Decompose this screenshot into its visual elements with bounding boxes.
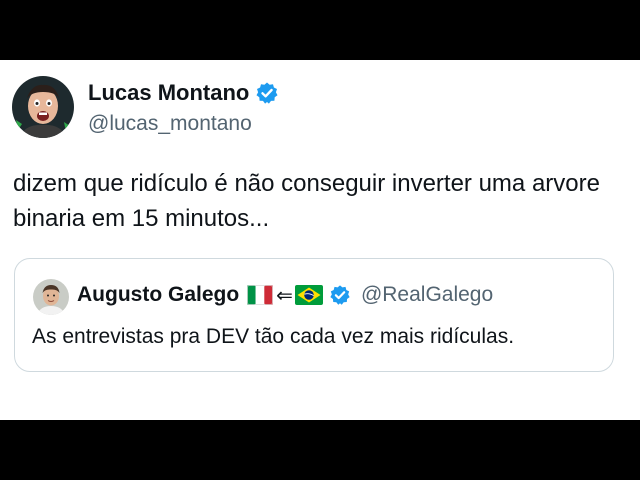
quote-author-avatar-icon [33,279,69,315]
author-handle[interactable]: @lucas_montano [88,112,252,136]
quote-author-handle[interactable]: @RealGalego [361,283,493,307]
quote-author-name[interactable]: Augusto Galego [77,283,239,307]
author-avatar[interactable] [12,76,74,138]
flag-italy-icon [247,285,274,305]
author-avatar-icon [12,76,74,138]
quote-author-avatar[interactable] [33,279,69,315]
tweet-card: Lucas Montano @lucas_montano dizem que r… [0,60,640,420]
quote-header: Augusto Galego ⇐ @RealGalego [77,283,493,307]
quote-verified-badge-icon [330,285,350,305]
quote-text: As entrevistas pra DEV tão cada vez mais… [32,325,515,348]
verified-badge-icon [256,82,278,104]
tweet-text: dizem que ridículo é não conseguir inver… [13,170,600,232]
arrow-left-icon: ⇐ [276,283,293,307]
author-name-row[interactable]: Lucas Montano [88,80,279,106]
flag-brazil-icon [294,285,323,305]
author-name[interactable]: Lucas Montano [88,80,249,106]
quoted-tweet[interactable]: Augusto Galego ⇐ @RealGalego As entrevis… [14,258,614,372]
video-frame: Lucas Montano @lucas_montano dizem que r… [0,0,640,480]
